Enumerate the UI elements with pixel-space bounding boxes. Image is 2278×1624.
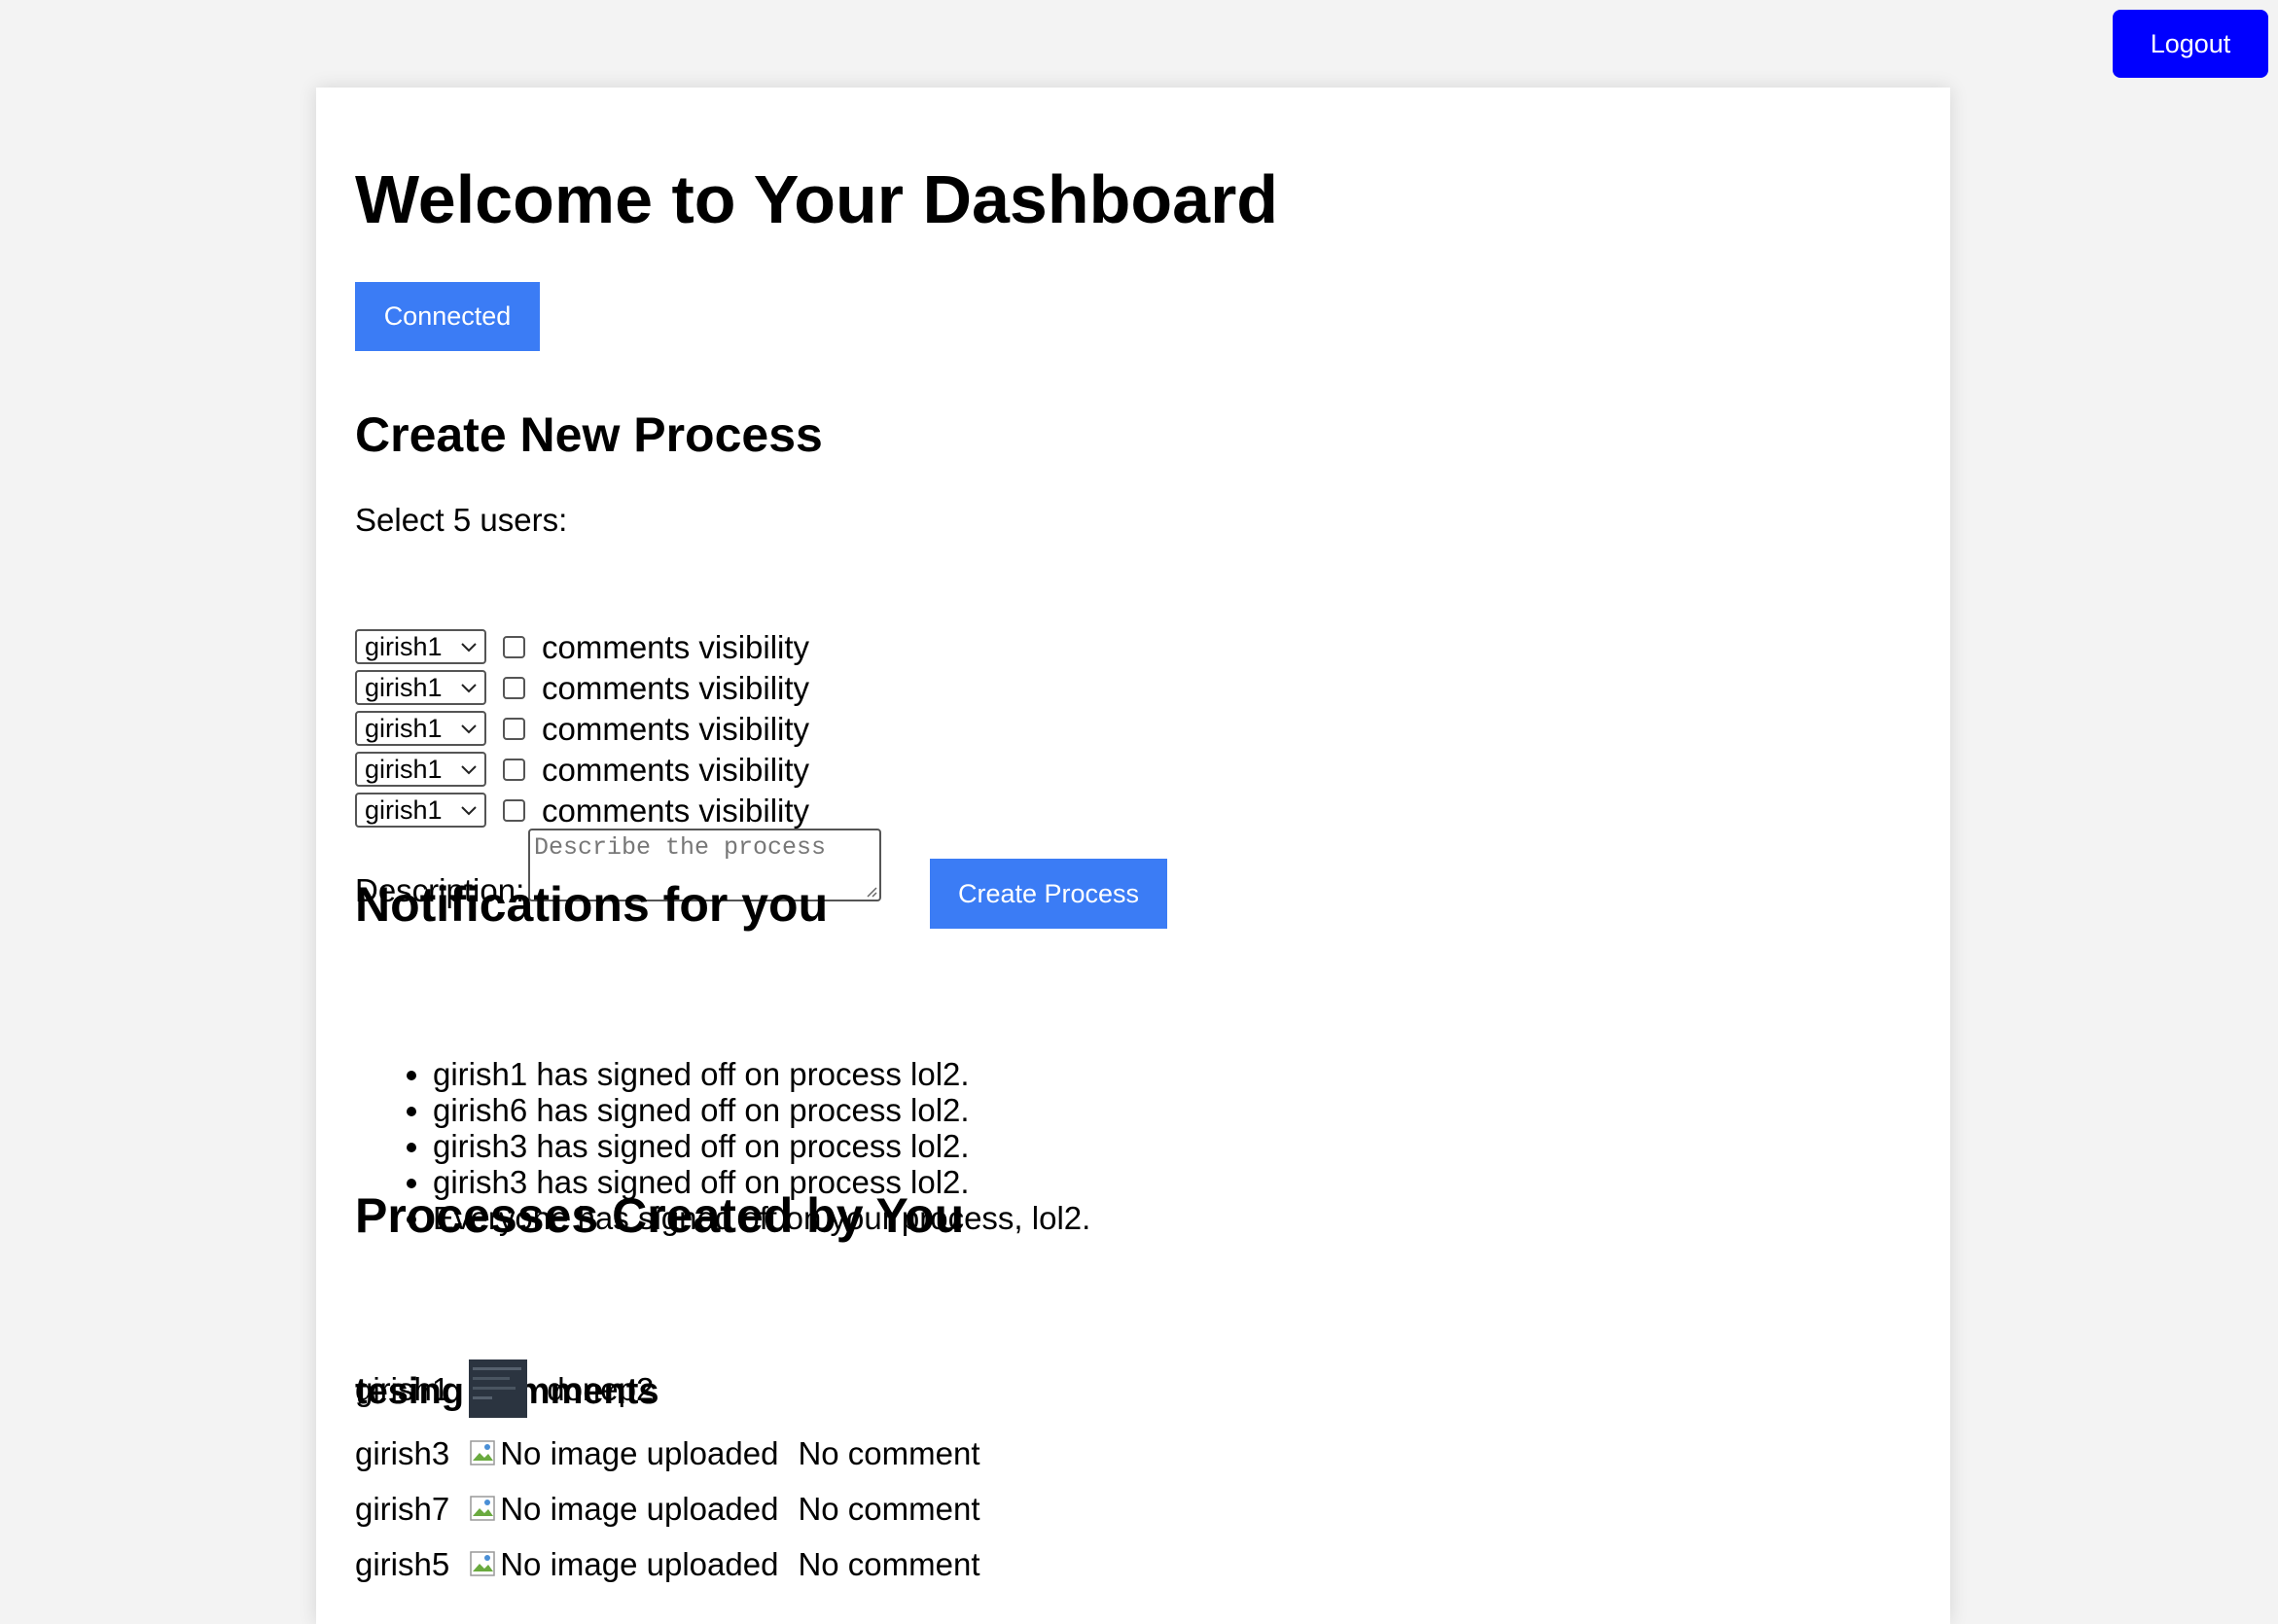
signoff-row: girish7 No image uploaded No comment [355, 1491, 980, 1526]
user-select-2[interactable]: girish1 [355, 670, 486, 705]
image-alt-text: No image uploaded [500, 1434, 779, 1471]
page-title: Welcome to Your Dashboard [355, 161, 1279, 237]
user-select-value: girish1 [365, 713, 443, 743]
user-row-3: girish1 comments visibility [355, 709, 809, 748]
dashboard-card: Welcome to Your Dashboard Connected Crea… [316, 88, 1950, 1624]
broken-image-icon [470, 1496, 495, 1521]
description-placeholder: Describe the process [534, 833, 827, 862]
user-select-5[interactable]: girish1 [355, 793, 486, 828]
signoff-comment: No comment [798, 1490, 980, 1527]
comments-visibility-label: comments visibility [542, 669, 810, 706]
connected-status-button[interactable]: Connected [355, 282, 540, 351]
chevron-down-icon [461, 806, 477, 816]
comments-visibility-label: comments visibility [542, 710, 810, 747]
user-row-2: girish1 comments visibility [355, 668, 809, 707]
image-alt-text: No image uploaded [500, 1490, 779, 1527]
notification-item: girish3 has signed off on process lol2. [433, 1128, 1090, 1164]
user-select-value: girish1 [365, 631, 443, 661]
notification-item: girish1 has signed off on process lol2. [433, 1056, 1090, 1092]
signoff-image-missing: No image uploaded [469, 1437, 778, 1469]
user-select-value: girish1 [365, 672, 443, 702]
create-process-button[interactable]: Create Process [930, 859, 1167, 929]
logout-button[interactable]: Logout [2113, 10, 2268, 78]
notification-item: girish6 has signed off on process lol2. [433, 1092, 1090, 1128]
comments-visibility-label: comments visibility [542, 792, 810, 829]
user-row-4: girish1 comments visibility [355, 750, 809, 789]
signoff-user: girish1 [355, 1370, 450, 1407]
chevron-down-icon [461, 765, 477, 775]
processes-heading: Processes Created by You [355, 1188, 965, 1243]
signoff-user: girish7 [355, 1490, 450, 1527]
signoff-image-missing: No image uploaded [469, 1548, 778, 1580]
signoff-comment: No comment [798, 1545, 980, 1582]
comments-visibility-checkbox-4[interactable] [503, 758, 525, 781]
comments-visibility-label: comments visibility [542, 751, 810, 788]
signoff-image-missing: No image uploaded [469, 1493, 778, 1525]
signoff-comment: donep2 [547, 1370, 655, 1407]
user-row-1: girish1 comments visibility [355, 627, 809, 666]
user-select-4[interactable]: girish1 [355, 752, 486, 787]
user-select-value: girish1 [365, 794, 443, 825]
resize-handle-icon[interactable] [864, 884, 877, 898]
user-select-1[interactable]: girish1 [355, 629, 486, 664]
select-users-label: Select 5 users: [355, 502, 568, 538]
comments-visibility-checkbox-5[interactable] [503, 798, 525, 822]
notifications-heading: Notifications for you [355, 877, 829, 932]
user-row-5: girish1 comments visibility [355, 791, 809, 830]
comments-visibility-checkbox-3[interactable] [503, 717, 525, 740]
broken-image-icon [470, 1440, 495, 1465]
signoff-image[interactable] [469, 1359, 528, 1418]
image-alt-text: No image uploaded [500, 1545, 779, 1582]
chevron-down-icon [461, 643, 477, 653]
signoff-row: girish3 No image uploaded No comment [355, 1435, 980, 1470]
signoff-row: girish5 No image uploaded No comment [355, 1546, 980, 1581]
chevron-down-icon [461, 724, 477, 734]
broken-image-icon [470, 1551, 495, 1576]
user-select-3[interactable]: girish1 [355, 711, 486, 746]
comments-visibility-checkbox-1[interactable] [503, 635, 525, 658]
user-select-value: girish1 [365, 754, 443, 784]
signoff-row: girish1 donep2 [355, 1359, 654, 1418]
signoff-user: girish3 [355, 1434, 450, 1471]
chevron-down-icon [461, 684, 477, 693]
create-process-heading: Create New Process [355, 407, 823, 462]
signoff-comment: No comment [798, 1434, 980, 1471]
comments-visibility-checkbox-2[interactable] [503, 676, 525, 699]
signoff-user: girish5 [355, 1545, 450, 1582]
comments-visibility-label: comments visibility [542, 628, 810, 665]
